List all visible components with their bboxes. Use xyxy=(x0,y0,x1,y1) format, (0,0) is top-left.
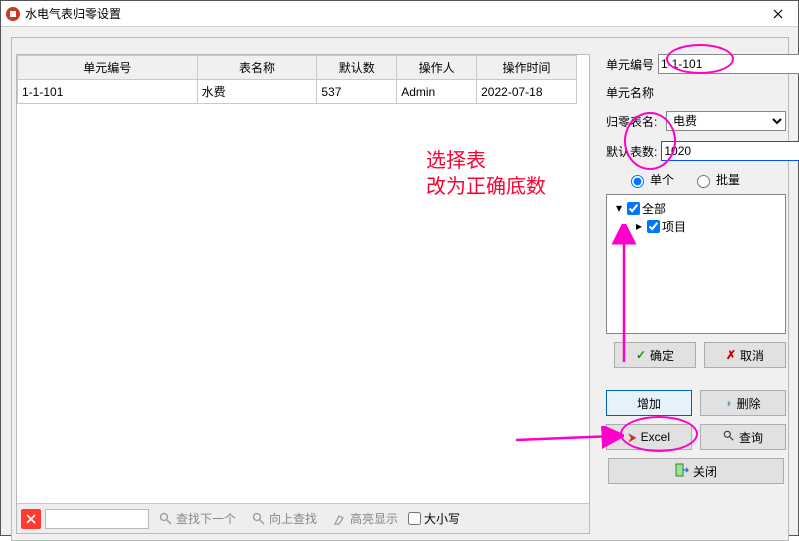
select-meter[interactable]: 电费 xyxy=(666,111,786,131)
input-unit-no[interactable] xyxy=(658,54,799,74)
excel-button[interactable]: ⮞ Excel xyxy=(606,424,692,450)
row-unit-no: 单元编号 xyxy=(606,54,786,74)
window-title: 水电气表归零设置 xyxy=(25,5,758,22)
client-area: 单元编号 表名称 默认数 操作人 操作时间 1-1-101 水费 xyxy=(1,27,798,535)
cell-meter-name: 水费 xyxy=(197,80,317,104)
titlebar: 水电气表归零设置 xyxy=(1,1,798,27)
app-icon xyxy=(5,6,21,22)
col-op-time[interactable]: 操作时间 xyxy=(477,56,577,80)
search-input[interactable] xyxy=(45,509,149,529)
radio-single[interactable]: 单个 xyxy=(626,171,674,188)
input-default[interactable] xyxy=(661,141,799,161)
close-button[interactable]: 关闭 xyxy=(608,458,784,484)
cell-operator: Admin xyxy=(397,80,477,104)
row-close: 关闭 xyxy=(606,458,786,484)
table-panel: 单元编号 表名称 默认数 操作人 操作时间 1-1-101 水费 xyxy=(16,54,590,534)
case-sensitive-checkbox[interactable]: 大小写 xyxy=(408,510,460,527)
highlight-icon xyxy=(333,512,347,526)
add-button[interactable]: 增加 xyxy=(606,390,692,416)
door-icon xyxy=(675,463,689,480)
delete-button[interactable]: ◗ 删除 xyxy=(700,390,786,416)
row-default: 默认表数: xyxy=(606,141,786,161)
col-default[interactable]: 默认数 xyxy=(317,56,397,80)
table-row[interactable]: 1-1-101 水费 537 Admin 2022-07-18 xyxy=(18,80,577,104)
expand-icon[interactable]: ▾ xyxy=(613,201,625,215)
cell-default: 537 xyxy=(317,80,397,104)
search-icon xyxy=(723,430,735,445)
row-meter: 归零表名: 电费 xyxy=(606,111,786,131)
tree-box[interactable]: ▾ 全部 ▸ 项目 xyxy=(606,194,786,334)
right-panel: 单元编号 单元名称 归零表名: 电费 默认表数: xyxy=(606,54,786,492)
arrow-right-icon: ⮞ xyxy=(628,430,637,445)
label-default: 默认表数: xyxy=(606,143,657,160)
table-header-row: 单元编号 表名称 默认数 操作人 操作时间 xyxy=(18,56,577,80)
col-unit-no[interactable]: 单元编号 xyxy=(18,56,198,80)
label-meter: 归零表名: xyxy=(606,113,662,130)
outer-frame: 单元编号 表名称 默认数 操作人 操作时间 1-1-101 水费 xyxy=(11,37,789,541)
radio-row: 单个 批量 xyxy=(606,171,786,188)
tree-child[interactable]: ▸ 项目 xyxy=(611,217,781,235)
row-unit-name: 单元名称 xyxy=(606,84,786,101)
clear-search-button[interactable] xyxy=(21,509,41,529)
ok-button[interactable]: ✓ 确定 xyxy=(614,342,696,368)
col-meter-name[interactable]: 表名称 xyxy=(197,56,317,80)
row-ok-cancel: ✓ 确定 ✗ 取消 xyxy=(606,342,786,368)
col-operator[interactable]: 操作人 xyxy=(397,56,477,80)
find-prev-button[interactable]: 向上查找 xyxy=(246,508,323,530)
x-icon: ✗ xyxy=(726,348,736,362)
cell-op-time: 2022-07-18 xyxy=(477,80,577,104)
query-button[interactable]: 查询 xyxy=(700,424,786,450)
label-unit-name: 单元名称 xyxy=(606,84,662,101)
row-excel-query: ⮞ Excel 查询 xyxy=(606,424,786,450)
search-bar: 查找下一个 向上查找 高亮显示 大小写 xyxy=(17,503,589,533)
radio-batch[interactable]: 批量 xyxy=(692,171,740,188)
table-wrap: 单元编号 表名称 默认数 操作人 操作时间 1-1-101 水费 xyxy=(17,55,589,503)
cell-unit-no: 1-1-101 xyxy=(18,80,198,104)
close-window-button[interactable] xyxy=(758,1,798,27)
find-next-button[interactable]: 查找下一个 xyxy=(153,508,242,530)
check-icon: ✓ xyxy=(636,348,646,362)
search-down-icon xyxy=(159,512,173,526)
meter-table: 单元编号 表名称 默认数 操作人 操作时间 1-1-101 水费 xyxy=(17,55,577,104)
label-unit-no: 单元编号 xyxy=(606,56,654,73)
window-root: 水电气表归零设置 单元编号 表名称 默认数 操作人 操作 xyxy=(0,0,799,536)
tree-root[interactable]: ▾ 全部 xyxy=(611,199,781,217)
cancel-button[interactable]: ✗ 取消 xyxy=(704,342,786,368)
cylinder-icon: ◗ xyxy=(725,396,732,410)
expand-icon[interactable]: ▸ xyxy=(633,219,645,233)
row-add-delete: 增加 ◗ 删除 xyxy=(606,390,786,416)
highlight-button[interactable]: 高亮显示 xyxy=(327,508,404,530)
search-up-icon xyxy=(252,512,266,526)
